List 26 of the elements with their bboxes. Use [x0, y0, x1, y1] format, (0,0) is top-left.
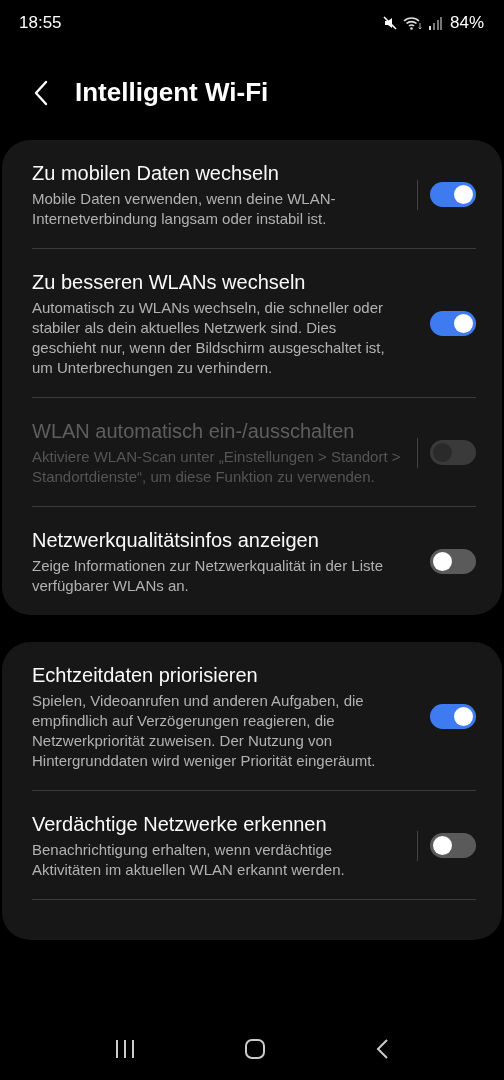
toggle-switch[interactable]	[430, 311, 476, 336]
wifi-icon	[402, 14, 423, 31]
status-time: 18:55	[19, 12, 62, 33]
toggle-switch[interactable]	[430, 704, 476, 729]
setting-description: Benachrichtigung erhalten, wenn verdächtige Aktivitäten im aktuellen WLAN erkannt werden.	[32, 840, 346, 880]
setting-description: Aktiviere WLAN-Scan unter „Einstellungen > Standort > Standortdienste“, um diese Funktion zu verwenden.	[32, 447, 402, 487]
toggle-switch[interactable]	[430, 182, 476, 207]
setting-title[interactable]: Zu mobilen Daten wechseln	[32, 160, 407, 186]
setting-title[interactable]: Netzwerkqualitätsinfos anzeigen	[32, 527, 407, 553]
back-icon[interactable]	[374, 1038, 390, 1060]
setting-title[interactable]: Verdächtige Netzwerke erkennen	[32, 811, 407, 837]
mute-icon	[381, 14, 398, 31]
back-icon[interactable]	[33, 79, 49, 106]
recent-apps-icon[interactable]	[114, 1038, 136, 1060]
setting-description: Mobile Daten verwenden, wenn deine WLAN-Internetverbindung langsam oder instabil ist.	[32, 189, 337, 229]
setting-description: Zeige Informationen zur Netzwerkqualität in der Liste verfügbarer WLANs an.	[32, 556, 384, 596]
setting-title[interactable]: Echtzeitdaten priorisieren	[32, 662, 407, 688]
home-icon[interactable]	[244, 1038, 266, 1060]
toggle-switch[interactable]	[430, 833, 476, 858]
toggle-switch[interactable]	[430, 549, 476, 574]
signal-icon	[427, 15, 442, 30]
setting-title[interactable]: Zu besseren WLANs wechseln	[32, 269, 407, 295]
page-title: Intelligent Wi-Fi	[75, 77, 269, 108]
setting-description: Automatisch zu WLANs wechseln, die schneller oder stabiler als dein aktuelles Netzwerk sind. Dies geschieht nur, wenn der Bildschirm ausgeschaltet ist, um Unterbrechungen zu verhindern.	[32, 298, 386, 378]
setting-description: Spielen, Videoanrufen und anderen Aufgaben, die empfindlich auf Verzögerungen reagieren, die Netzwerkpriorität zuweisen. Der Nutzung von Hintergrunddaten wird weniger Priorität eingeräumt.	[32, 691, 377, 771]
battery-percentage: 84%	[449, 12, 484, 33]
